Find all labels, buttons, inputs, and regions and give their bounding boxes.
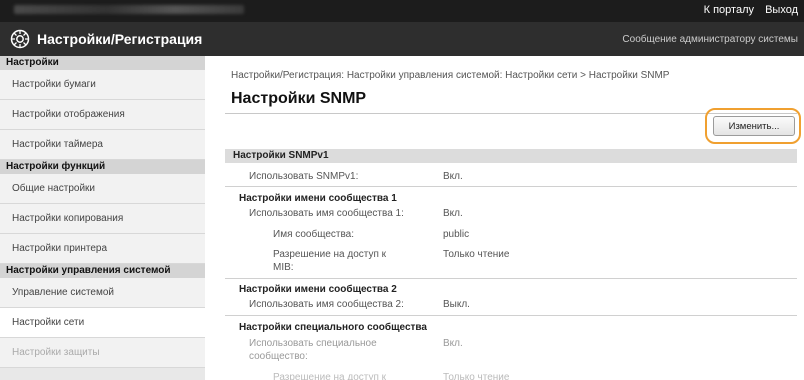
use-snmpv1-value: Вкл. <box>443 171 463 182</box>
blurred-device-info <box>14 5 244 14</box>
settings-logo-icon <box>10 29 30 49</box>
community1-use-label: Использовать имя сообщества 1: <box>249 208 404 219</box>
page-title: Настройки SNMP <box>231 90 367 107</box>
top-bar: К порталу Выход <box>0 0 804 22</box>
special-community-heading: Настройки специального сообщества <box>239 322 427 333</box>
community1-use-value: Вкл. <box>443 208 463 219</box>
community1-name-label: Имя сообщества: <box>273 229 355 240</box>
sidebar-item-system-management[interactable]: Управление системой <box>0 278 205 308</box>
header-bar: Настройки/Регистрация Сообщение админист… <box>0 22 804 56</box>
sidebar-item-copy-settings[interactable]: Настройки копирования <box>0 204 205 234</box>
community1-access-value: Только чтение <box>443 249 510 260</box>
divider <box>225 278 797 279</box>
sidebar-section-system-management: Настройки управления системой <box>0 264 205 278</box>
special-use-label-line2: сообщество: <box>249 351 308 362</box>
section-header-snmpv1: Настройки SNMPv1 <box>225 149 797 163</box>
sidebar-item-printer-settings[interactable]: Настройки принтера <box>0 234 205 264</box>
edit-button[interactable]: Изменить... <box>713 116 795 136</box>
app-title: Настройки/Регистрация <box>37 31 203 47</box>
community2-heading: Настройки имени сообщества 2 <box>239 284 397 295</box>
special-access-value: Только чтение <box>443 372 510 380</box>
community1-name-value: public <box>443 229 470 240</box>
portal-link[interactable]: К порталу <box>704 4 754 16</box>
sidebar-item-common-settings[interactable]: Общие настройки <box>0 174 205 204</box>
special-access-label: Разрешение на доступ к <box>273 372 387 380</box>
sidebar-item-timer-settings[interactable]: Настройки таймера <box>0 130 205 160</box>
special-use-label-line1: Использовать специальное <box>249 338 377 349</box>
logout-link[interactable]: Выход <box>765 4 798 16</box>
sidebar-item-network-settings[interactable]: Настройки сети <box>0 308 205 338</box>
special-use-value: Вкл. <box>443 338 463 349</box>
community1-heading: Настройки имени сообщества 1 <box>239 193 397 204</box>
breadcrumb: Настройки/Регистрация: Настройки управле… <box>231 70 670 81</box>
main-content: Настройки/Регистрация: Настройки управле… <box>205 56 804 380</box>
community1-access-label-line1: Разрешение на доступ к <box>273 249 387 260</box>
sidebar-section-settings: Настройки <box>0 56 205 70</box>
community2-use-value: Выкл. <box>443 299 470 310</box>
sidebar-item-display-settings[interactable]: Настройки отображения <box>0 100 205 130</box>
community2-use-label: Использовать имя сообщества 2: <box>249 299 404 310</box>
sidebar-item-security-settings[interactable]: Настройки защиты <box>0 338 205 368</box>
divider <box>225 315 797 316</box>
community1-access-label-line2: MIB: <box>273 262 294 273</box>
use-snmpv1-label: Использовать SNMPv1: <box>249 171 359 182</box>
sidebar-section-function-settings: Настройки функций <box>0 160 205 174</box>
divider <box>225 186 797 187</box>
admin-message-link[interactable]: Сообщение администратору системы <box>622 34 798 45</box>
sidebar: Настройки Настройки бумаги Настройки ото… <box>0 56 205 380</box>
sidebar-item-paper-settings[interactable]: Настройки бумаги <box>0 70 205 100</box>
